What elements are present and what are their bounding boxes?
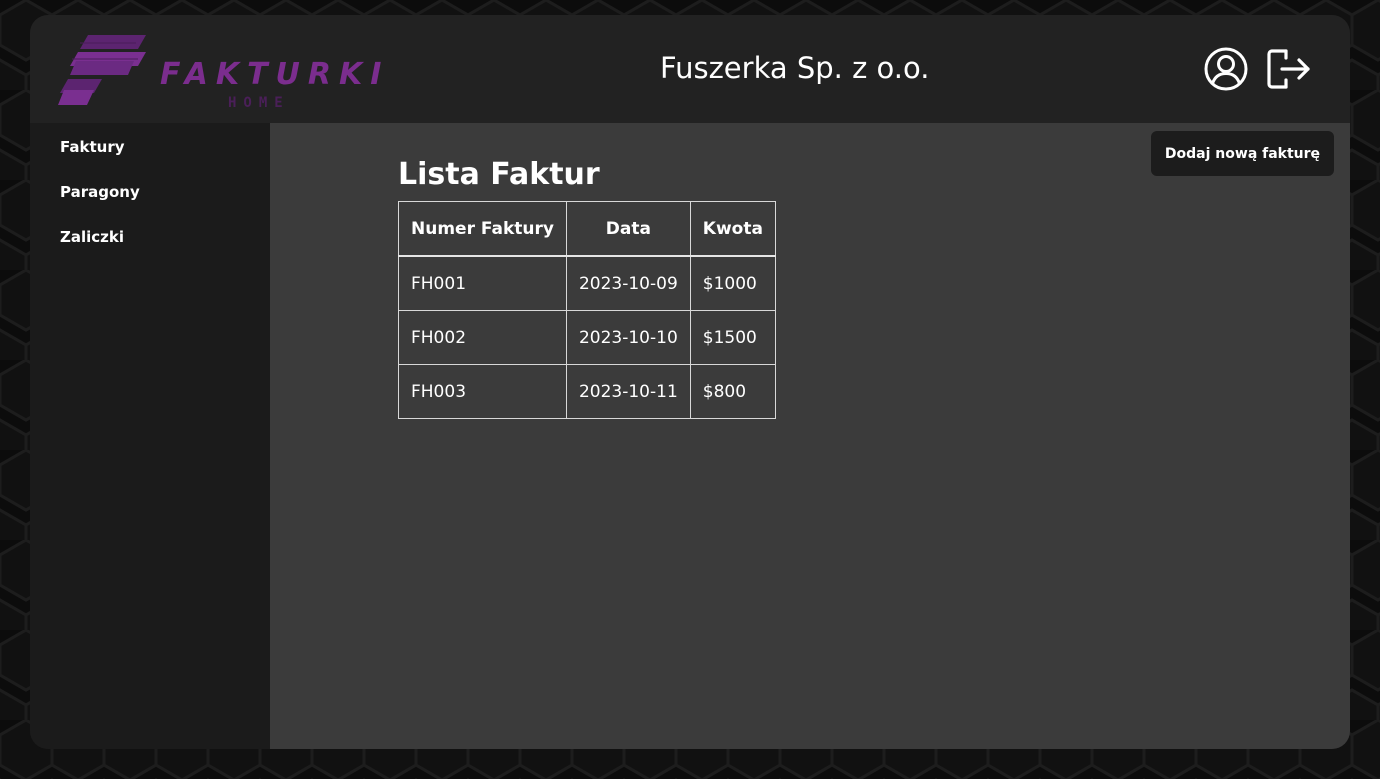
sidebar-item-zaliczki[interactable]: Zaliczki	[60, 228, 124, 246]
add-invoice-button[interactable]: Dodaj nową fakturę	[1151, 131, 1334, 176]
user-circle-icon[interactable]	[1202, 45, 1250, 93]
invoice-amount: $800	[689, 364, 776, 419]
invoice-number: FH001	[398, 255, 567, 311]
sidebar-item-paragony[interactable]: Paragony	[60, 183, 140, 201]
invoice-date: 2023-10-09	[565, 255, 691, 311]
table-header-row: Numer Faktury Data Kwota	[398, 201, 776, 257]
table-row[interactable]: FH001 2023-10-09 $1000	[398, 255, 776, 311]
logo-title: FAKTURKI	[160, 57, 390, 92]
logout-icon[interactable]	[1264, 45, 1312, 93]
sidebar-item-faktury[interactable]: Faktury	[60, 138, 125, 156]
column-header-amount: Kwota	[689, 201, 776, 257]
app-window: FAKTURKI HOME Fuszerka Sp. z o.o. Faktur…	[30, 15, 1350, 749]
logo[interactable]: FAKTURKI HOME	[58, 35, 381, 111]
header: FAKTURKI HOME Fuszerka Sp. z o.o.	[30, 15, 1350, 123]
invoice-amount: $1500	[689, 310, 776, 365]
logo-mark-icon	[58, 35, 146, 105]
invoice-date: 2023-10-10	[565, 310, 691, 365]
invoice-amount: $1000	[689, 255, 776, 311]
invoice-table: Numer Faktury Data Kwota FH001 2023-10-0…	[398, 201, 776, 419]
invoice-number: FH003	[398, 364, 567, 419]
main-content: Dodaj nową fakturę Lista Faktur Numer Fa…	[270, 123, 1350, 749]
column-header-number: Numer Faktury	[398, 201, 567, 257]
logo-subtitle: HOME	[228, 95, 290, 111]
sidebar: Faktury Paragony Zaliczki	[30, 123, 270, 749]
column-header-date: Data	[565, 201, 691, 257]
invoice-date: 2023-10-11	[565, 364, 691, 419]
table-row[interactable]: FH002 2023-10-10 $1500	[398, 310, 776, 365]
invoice-number: FH002	[398, 310, 567, 365]
page-title: Lista Faktur	[398, 157, 600, 192]
table-row[interactable]: FH003 2023-10-11 $800	[398, 364, 776, 419]
company-name: Fuszerka Sp. z o.o.	[660, 51, 930, 85]
